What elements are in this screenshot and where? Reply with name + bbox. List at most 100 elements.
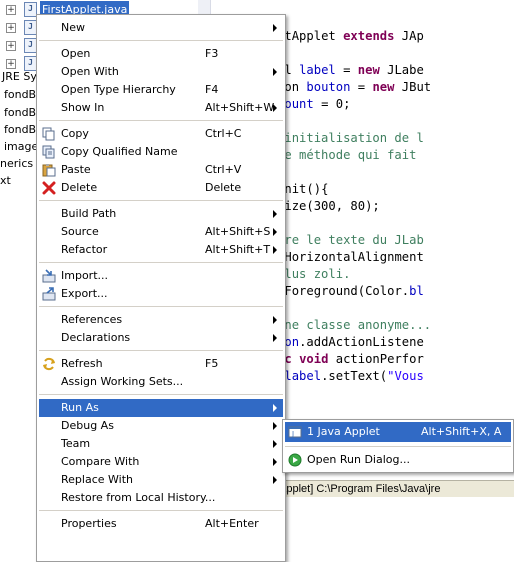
menu-item-label: Show In — [61, 101, 105, 114]
menu-item-shortcut: F3 — [205, 47, 219, 60]
submenu-arrow-icon — [273, 228, 277, 236]
menu-item-paste[interactable]: Paste Ctrl+V — [39, 161, 283, 179]
menu-item-label: Import... — [61, 269, 108, 282]
menu-item-run-as[interactable]: Run As — [39, 399, 283, 417]
menu-item-label: Copy — [61, 127, 89, 140]
submenu-arrow-icon — [273, 440, 277, 448]
menu-item-properties[interactable]: Properties Alt+Enter — [39, 515, 283, 533]
submenu-arrow-icon — [273, 68, 277, 76]
menu-item-label: Open Type Hierarchy — [61, 83, 176, 96]
export-icon — [42, 287, 56, 301]
submenu-arrow-icon — [273, 476, 277, 484]
menu-item-label: Refresh — [61, 357, 103, 370]
menu-item-new[interactable]: New — [39, 19, 283, 37]
submenu-item-label: 1 Java Applet — [307, 425, 380, 438]
run-icon — [288, 453, 302, 467]
menu-item-refactor[interactable]: Refactor Alt+Shift+T — [39, 241, 283, 259]
menu-item-label: Open — [61, 47, 91, 60]
menu-separator — [285, 446, 511, 447]
tree-item-label: xt — [0, 174, 11, 187]
tree-item-label: JRE Sy — [2, 70, 37, 83]
menu-item-label: Replace With — [61, 473, 133, 486]
menu-item-source[interactable]: Source Alt+Shift+S — [39, 223, 283, 241]
code-keyword: new — [357, 63, 388, 77]
code-field: bl — [409, 284, 424, 298]
menu-item-build-path[interactable]: Build Path — [39, 205, 283, 223]
run-as-submenu: J 1 Java Applet Alt+Shift+X, A Open Run Dia… — [282, 419, 514, 473]
menu-item-label: Export... — [61, 287, 108, 300]
menu-separator — [39, 306, 283, 307]
expand-icon[interactable]: + — [6, 41, 16, 51]
menu-separator — [39, 510, 283, 511]
menu-item-copy[interactable]: Copy Ctrl+C — [39, 125, 283, 143]
copy-qualified-icon — [42, 145, 56, 159]
code-keyword: extends — [343, 29, 402, 43]
code-text: JLabe — [387, 63, 424, 77]
submenu-arrow-icon — [273, 210, 277, 218]
menu-item-open-type-hierarchy[interactable]: Open Type Hierarchy F4 — [39, 81, 283, 99]
menu-item-assign-working-sets[interactable]: Assign Working Sets... — [39, 373, 283, 391]
menu-item-label: Delete — [61, 181, 98, 194]
submenu-item-open-run-dialog[interactable]: Open Run Dialog... — [285, 450, 511, 470]
menu-separator — [39, 40, 283, 41]
submenu-arrow-icon — [273, 104, 277, 112]
svg-text:J: J — [291, 430, 294, 438]
menu-item-import[interactable]: Import... — [39, 267, 283, 285]
submenu-arrow-icon — [273, 334, 277, 342]
menu-separator — [39, 200, 283, 201]
code-text: JBut — [401, 80, 432, 94]
menu-item-replace-with[interactable]: Replace With — [39, 471, 283, 489]
code-text: JAp — [401, 29, 424, 43]
menu-item-shortcut: Delete — [205, 181, 242, 194]
menu-item-references[interactable]: References — [39, 311, 283, 329]
menu-item-label: Assign Working Sets... — [61, 375, 184, 388]
expand-icon[interactable]: + — [6, 23, 16, 33]
submenu-arrow-icon — [273, 404, 277, 412]
code-text: = — [350, 80, 373, 94]
code-string: "Vous — [387, 369, 432, 383]
menu-item-open-with[interactable]: Open With — [39, 63, 283, 81]
menu-item-team[interactable]: Team — [39, 435, 283, 453]
menu-item-label: Restore from Local History... — [61, 491, 216, 504]
tree-item[interactable]: nerics — [0, 155, 33, 173]
context-menu: New Open F3 Open With Open Type Hierarchy F4 S… — [36, 14, 286, 562]
menu-item-declarations[interactable]: Declarations — [39, 329, 283, 347]
code-text: .setText( — [321, 369, 388, 383]
menu-item-debug-as[interactable]: Debug As — [39, 417, 283, 435]
menu-item-export[interactable]: Export... — [39, 285, 283, 303]
code-field: label — [299, 63, 336, 77]
menu-item-refresh[interactable]: Refresh F5 — [39, 355, 283, 373]
menu-item-show-in[interactable]: Show In Alt+Shift+W — [39, 99, 283, 117]
menu-item-restore-from-local-history[interactable]: Restore from Local History... — [39, 489, 283, 507]
menu-item-shortcut: Ctrl+V — [205, 163, 242, 176]
copy-icon — [42, 127, 56, 141]
submenu-item-1-java-applet[interactable]: J 1 Java Applet Alt+Shift+X, A — [285, 422, 511, 442]
menu-item-delete[interactable]: Delete Delete — [39, 179, 283, 197]
submenu-arrow-icon — [273, 316, 277, 324]
import-icon — [42, 269, 56, 283]
menu-item-shortcut: F5 — [205, 357, 219, 370]
menu-item-compare-with[interactable]: Compare With — [39, 453, 283, 471]
tree-item[interactable]: xt — [0, 172, 11, 190]
menu-item-label: Compare With — [61, 455, 140, 468]
menu-item-open[interactable]: Open F3 — [39, 45, 283, 63]
menu-item-copy-qualified-name[interactable]: Copy Qualified Name — [39, 143, 283, 161]
expand-icon[interactable]: + — [6, 5, 16, 15]
code-text: = — [335, 63, 358, 77]
menu-item-label: Run As — [61, 401, 99, 414]
delete-icon — [42, 181, 56, 195]
menu-item-label: Properties — [61, 517, 117, 530]
menu-item-label: Paste — [61, 163, 91, 176]
menu-item-label: Refactor — [61, 243, 108, 256]
menu-item-label: References — [61, 313, 123, 326]
tree-item-label: nerics — [0, 157, 34, 170]
submenu-arrow-icon — [273, 422, 277, 430]
menu-separator — [39, 262, 283, 263]
menu-item-label: Team — [61, 437, 91, 450]
menu-item-label: Build Path — [61, 207, 117, 220]
menu-item-label: Copy Qualified Name — [61, 145, 178, 158]
menu-item-shortcut: Alt+Enter — [205, 517, 259, 530]
code-field: bouton — [306, 80, 351, 94]
tree-item-jre[interactable]: JRE Sy — [2, 68, 37, 86]
menu-item-label: Source — [61, 225, 99, 238]
